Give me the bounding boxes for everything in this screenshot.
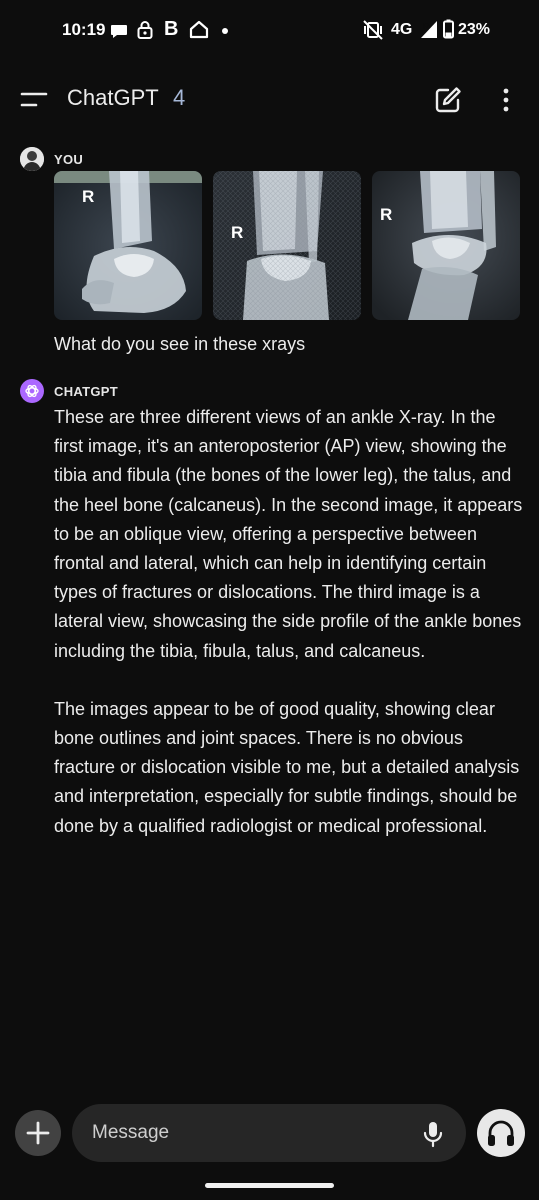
attached-images: R R R xyxy=(54,171,520,321)
xray-marker-3: R xyxy=(380,205,393,224)
network-type: 4G xyxy=(391,21,413,38)
assistant-paragraph-1: These are three different views of an an… xyxy=(54,407,523,661)
attach-button[interactable] xyxy=(15,1110,61,1156)
signal-icon: R xyxy=(421,21,437,38)
message-field[interactable] xyxy=(72,1104,466,1162)
gesture-home-bar[interactable] xyxy=(205,1183,334,1188)
user-avatar xyxy=(20,147,44,171)
status-bar: 10:19 B 4G R 23% xyxy=(0,0,539,62)
battery-icon xyxy=(443,19,454,39)
chat-bubble-icon xyxy=(111,25,127,38)
more-vert-icon xyxy=(503,88,509,112)
xray-picture-1 xyxy=(54,171,202,320)
vibrate-off-icon xyxy=(363,20,383,40)
message-input[interactable] xyxy=(92,1121,392,1145)
xray-image-1[interactable]: R xyxy=(54,171,202,320)
xray-marker-2: R xyxy=(231,223,244,242)
app-bar: ChatGPT 4 xyxy=(0,70,539,128)
lock-icon xyxy=(137,21,153,39)
assistant-label: CHATGPT xyxy=(54,384,118,399)
xray-picture-2 xyxy=(213,171,361,320)
openai-logo-icon xyxy=(25,384,39,398)
xray-image-2[interactable]: R xyxy=(213,171,361,320)
mic-icon xyxy=(423,1122,443,1148)
xray-image-3[interactable]: R xyxy=(372,171,520,320)
user-message-text: What do you see in these xrays xyxy=(54,334,306,354)
user-label: YOU xyxy=(54,152,84,167)
model-version[interactable]: 4 xyxy=(173,85,185,111)
new-chat-icon xyxy=(435,87,461,113)
menu-button[interactable] xyxy=(14,82,54,116)
xray-marker-1: R xyxy=(82,187,95,206)
headphones-icon xyxy=(488,1120,514,1146)
plus-icon xyxy=(26,1121,50,1145)
dot-icon xyxy=(222,28,228,34)
home-icon xyxy=(189,20,209,39)
status-time: 10:19 xyxy=(62,20,106,39)
voice-mode-button[interactable] xyxy=(477,1109,525,1157)
b-status-icon: B xyxy=(164,18,179,40)
battery-percent: 23% xyxy=(458,21,491,38)
assistant-message: These are three different views of an an… xyxy=(54,403,524,841)
menu-icon xyxy=(20,92,48,107)
app-title[interactable]: ChatGPT xyxy=(67,85,159,111)
xray-picture-3 xyxy=(372,171,520,320)
more-options-button[interactable] xyxy=(496,84,516,116)
svg-text:R: R xyxy=(423,22,429,31)
assistant-paragraph-2: The images appear to be of good quality,… xyxy=(54,698,520,836)
chatgpt-avatar xyxy=(20,379,44,403)
mic-button[interactable] xyxy=(422,1120,444,1148)
user-avatar-image xyxy=(20,147,44,171)
new-chat-button[interactable] xyxy=(432,84,464,116)
